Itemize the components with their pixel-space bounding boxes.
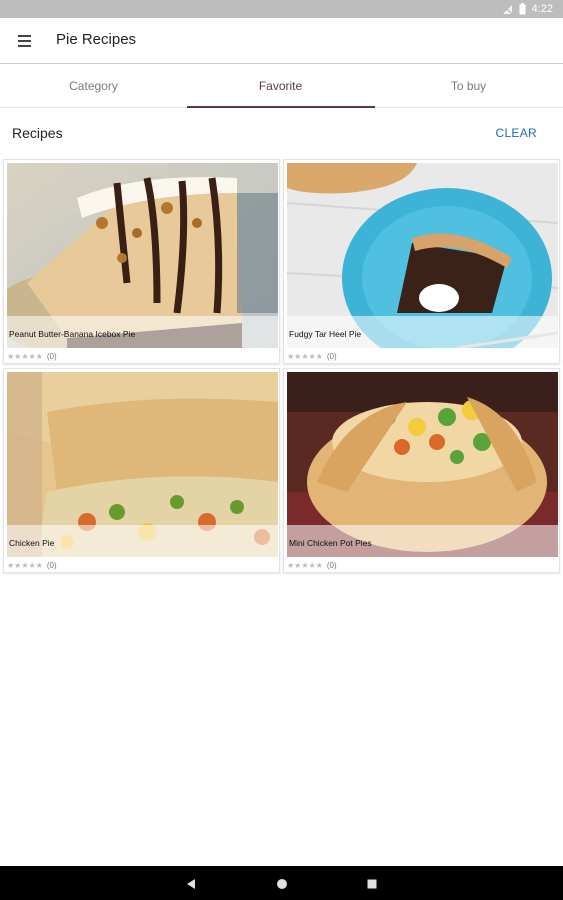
system-nav-bar <box>0 866 563 900</box>
back-icon[interactable] <box>184 877 198 891</box>
status-time: 4:22 <box>531 3 553 15</box>
recents-icon[interactable] <box>365 877 379 891</box>
battery-icon <box>519 3 526 15</box>
rating: ★★★★★ (0) <box>287 559 337 571</box>
tab-bar: Category Favorite To buy <box>0 64 563 108</box>
clear-button[interactable]: CLEAR <box>495 126 537 140</box>
recipe-title: Peanut Butter-Banana Icebox Pie <box>9 329 136 339</box>
section-title: Recipes <box>12 125 63 141</box>
rating-count: (0) <box>326 560 337 570</box>
recipe-title: Fudgy Tar Heel Pie <box>289 329 362 339</box>
rating: ★★★★★ (0) <box>287 350 337 362</box>
recipe-card[interactable]: Mini Chicken Pot Pies ★★★★★ (0) <box>283 368 560 573</box>
recipe-title: Mini Chicken Pot Pies <box>289 538 372 548</box>
no-signal-icon <box>502 3 513 15</box>
tab-category[interactable]: Category <box>0 64 187 108</box>
rating: ★★★★★ (0) <box>7 559 57 571</box>
rating-stars: ★★★★★ <box>287 560 323 570</box>
rating: ★★★★★ (0) <box>7 350 57 362</box>
status-icons: 4:22 <box>502 2 553 16</box>
app-title: Pie Recipes <box>56 31 137 48</box>
recipe-card[interactable]: Chicken Pie ★★★★★ (0) <box>3 368 280 573</box>
rating-stars: ★★★★★ <box>287 351 323 361</box>
app-bar: Pie Recipes <box>0 18 563 64</box>
rating-count: (0) <box>46 560 57 570</box>
recipe-image: Peanut Butter-Banana Icebox Pie <box>7 163 278 348</box>
hamburger-menu-icon[interactable] <box>12 29 36 53</box>
active-tab-indicator <box>187 106 375 108</box>
rating-stars: ★★★★★ <box>7 560 43 570</box>
status-bar: 4:22 <box>0 0 563 18</box>
recipe-card[interactable]: Peanut Butter-Banana Icebox Pie ★★★★★ (0… <box>3 159 280 364</box>
rating-count: (0) <box>326 351 337 361</box>
rating-count: (0) <box>46 351 57 361</box>
rating-stars: ★★★★★ <box>7 351 43 361</box>
recipe-title: Chicken Pie <box>9 538 55 548</box>
recipe-image: Fudgy Tar Heel Pie <box>287 163 558 348</box>
home-icon[interactable] <box>275 877 289 891</box>
tab-favorite[interactable]: Favorite <box>187 64 374 108</box>
recipe-card[interactable]: Fudgy Tar Heel Pie ★★★★★ (0) <box>283 159 560 364</box>
tab-to-buy[interactable]: To buy <box>375 64 562 108</box>
recipe-image: Chicken Pie <box>7 372 278 557</box>
recipe-image: Mini Chicken Pot Pies <box>287 372 558 557</box>
